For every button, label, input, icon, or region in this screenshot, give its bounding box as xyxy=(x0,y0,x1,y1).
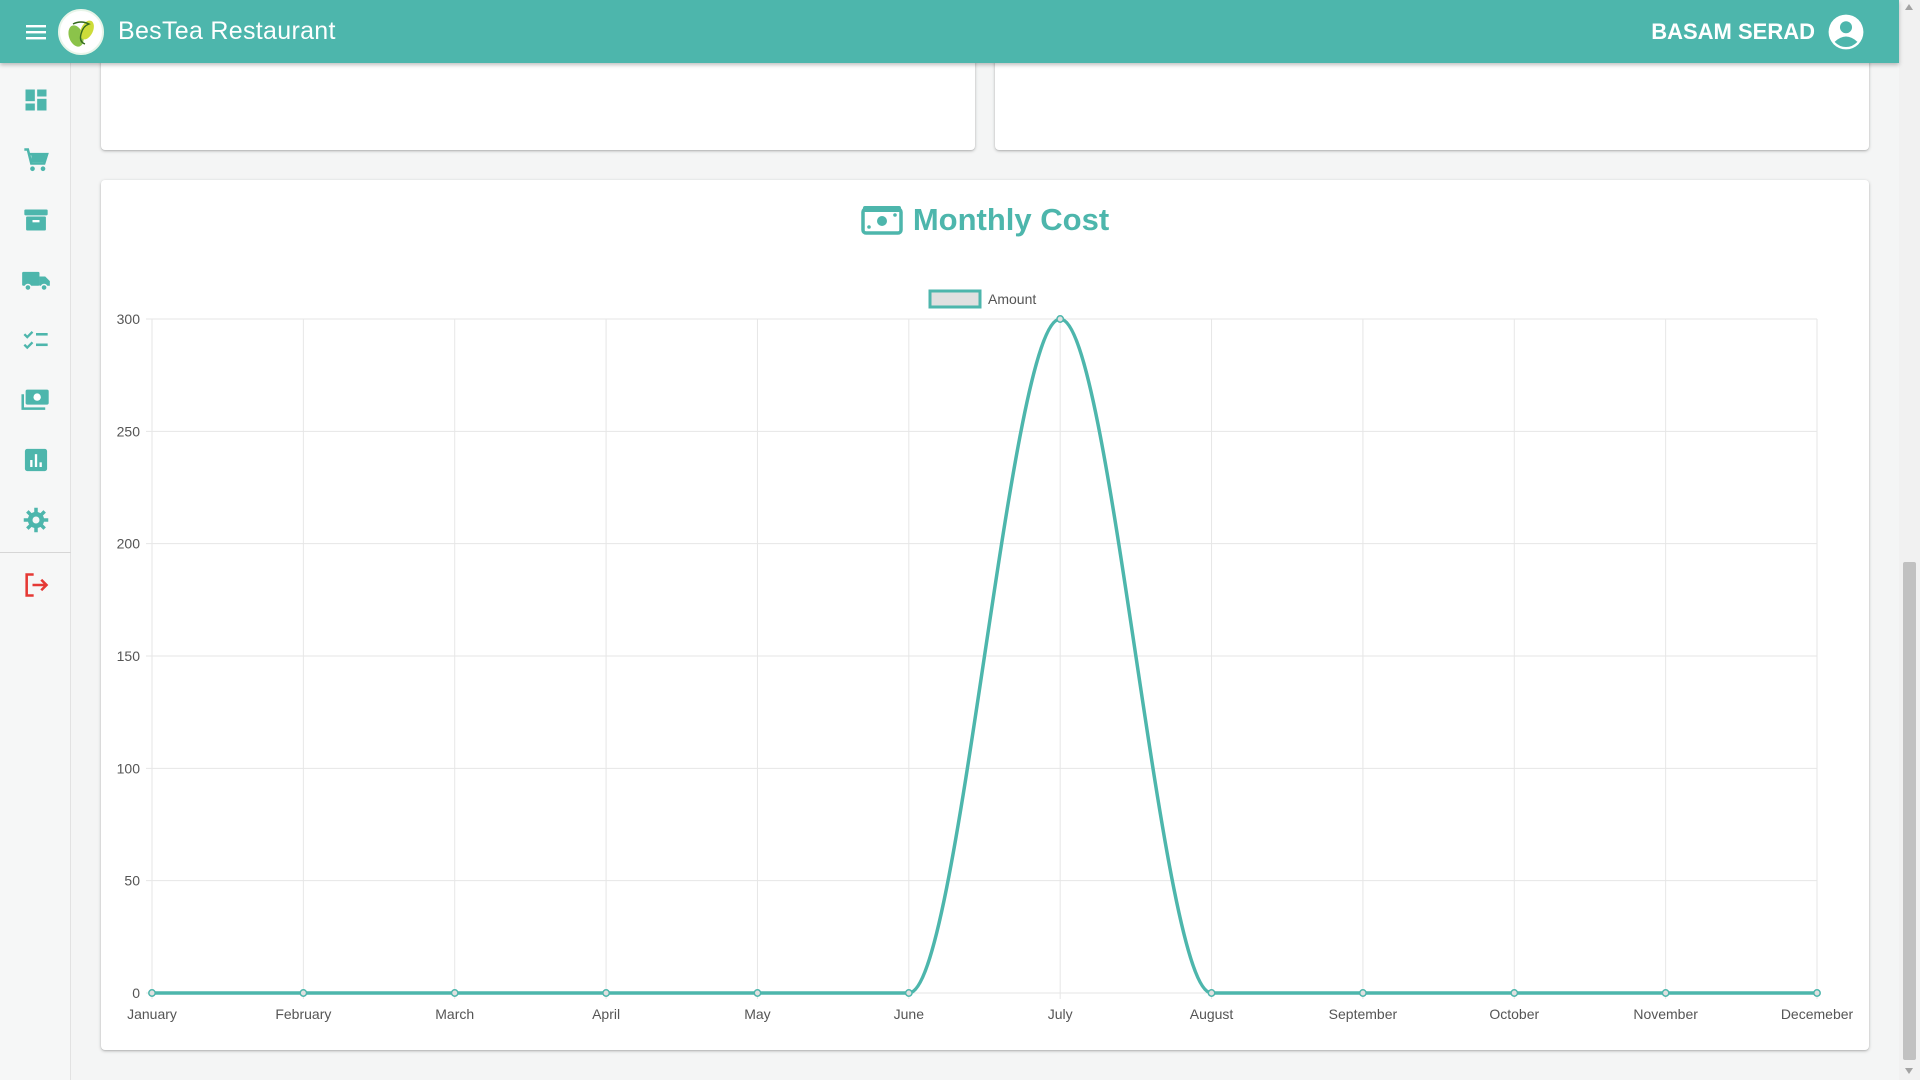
y-tick-label: 100 xyxy=(117,760,141,776)
x-tick-label: August xyxy=(1190,1006,1234,1022)
menu-icon xyxy=(26,24,46,39)
data-point xyxy=(299,989,308,997)
bar-chart-icon xyxy=(24,448,47,472)
data-point xyxy=(1813,989,1821,997)
x-tick-label: June xyxy=(894,1006,925,1022)
data-point xyxy=(148,989,156,997)
monthly-cost-card: Monthly Cost 0 50 100 150 200 250 300 January Fe… xyxy=(101,180,1869,1050)
sidebar-item-inventory[interactable] xyxy=(0,190,71,250)
data-point xyxy=(602,989,611,997)
data-point xyxy=(1358,989,1367,997)
data-point xyxy=(450,989,459,997)
settings-icon xyxy=(23,507,48,533)
sidebar-item-orders[interactable] xyxy=(0,130,71,190)
x-tick-label: March xyxy=(435,1006,474,1022)
scroll-thumb[interactable] xyxy=(1903,562,1916,1060)
legend-label: Amount xyxy=(988,291,1036,307)
user-name[interactable]: BASAM SERAD xyxy=(1651,19,1815,45)
sidebar-item-settings[interactable] xyxy=(0,490,71,550)
data-point xyxy=(1207,989,1216,997)
y-tick-label: 300 xyxy=(117,311,141,327)
dashboard-icon xyxy=(25,89,46,111)
x-tick-label: February xyxy=(275,1006,331,1022)
sidebar-item-dashboard[interactable] xyxy=(0,70,71,130)
scroll-down-arrow[interactable] xyxy=(1905,1068,1913,1074)
sidebar-item-logout[interactable] xyxy=(0,555,71,615)
menu-button[interactable] xyxy=(18,14,54,50)
legend-swatch xyxy=(928,289,982,309)
sidebar-item-reports[interactable] xyxy=(0,430,71,490)
x-tick-label: November xyxy=(1633,1006,1698,1022)
logo-leaf-icon xyxy=(68,20,94,47)
y-tick-label: 200 xyxy=(117,536,141,552)
account-circle-icon[interactable] xyxy=(1827,13,1865,51)
x-tick-label: April xyxy=(592,1006,620,1022)
truck-icon xyxy=(21,271,50,292)
sidebar-item-delivery[interactable] xyxy=(0,250,71,310)
page-scrollbar[interactable] xyxy=(1899,0,1920,1080)
money-icon xyxy=(20,389,49,410)
sidebar-item-tasks[interactable] xyxy=(0,310,71,370)
top-app-bar: BesTea Restaurant BASAM SERAD xyxy=(0,0,1899,63)
data-point xyxy=(904,989,913,997)
y-tick-label: 150 xyxy=(117,648,141,664)
x-tick-label: Decemeber xyxy=(1781,1006,1854,1022)
sidebar xyxy=(0,63,71,1080)
data-point xyxy=(1056,315,1065,323)
x-tick-label: September xyxy=(1329,1006,1398,1022)
x-tick-label: October xyxy=(1489,1006,1539,1022)
app-title: BesTea Restaurant xyxy=(118,17,336,45)
x-tick-label: January xyxy=(127,1006,177,1022)
bestea-logo[interactable] xyxy=(58,8,104,55)
y-tick-label: 50 xyxy=(124,873,140,889)
y-tick-label: 250 xyxy=(117,423,141,439)
sidebar-item-payments[interactable] xyxy=(0,370,71,430)
data-point xyxy=(1661,989,1670,997)
archive-icon xyxy=(23,209,48,231)
y-tick-label: 0 xyxy=(132,985,140,1001)
monthly-cost-chart: 0 50 100 150 200 250 300 January February March Ap… xyxy=(117,289,1854,1022)
x-tick-label: July xyxy=(1048,1006,1073,1022)
data-point xyxy=(753,989,762,997)
x-tick-label: May xyxy=(744,1006,770,1022)
data-point xyxy=(1510,989,1519,997)
checklist-icon xyxy=(23,331,48,350)
scroll-up-arrow[interactable] xyxy=(1905,4,1913,10)
logout-icon xyxy=(24,573,48,597)
cart-icon xyxy=(23,148,49,172)
sidebar-divider xyxy=(0,552,71,553)
